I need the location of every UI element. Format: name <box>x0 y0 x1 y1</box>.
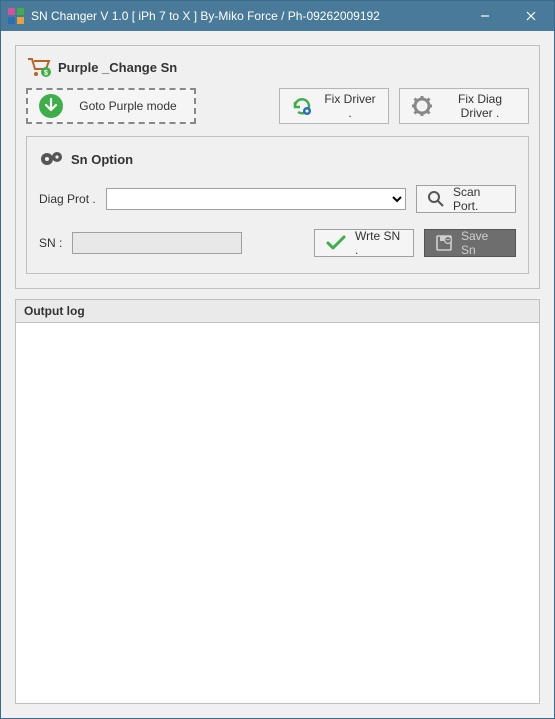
app-icon <box>7 7 25 25</box>
write-sn-button[interactable]: Wrte SN . <box>314 229 414 257</box>
output-log-panel: Output log <box>15 299 540 704</box>
check-icon <box>325 234 347 252</box>
sn-row: SN : Wrte SN . <box>39 229 516 257</box>
output-log-header: Output log <box>16 300 539 323</box>
window-title: SN Changer V 1.0 [ iPh 7 to X ] By-Miko … <box>31 9 462 23</box>
client-area: $ Purple _Change Sn Goto Purple mode <box>1 31 554 718</box>
fix-diag-driver-label: Fix Diag Driver . <box>442 92 518 120</box>
sn-option-group: Sn Option Diag Prot . Scan Port. <box>26 136 529 274</box>
scan-port-label: Scan Port. <box>453 185 505 213</box>
diag-port-row: Diag Prot . Scan Port. <box>39 185 516 213</box>
main-panel-title: Purple _Change Sn <box>58 60 177 75</box>
close-button[interactable] <box>508 1 554 31</box>
minimize-button[interactable] <box>462 1 508 31</box>
goto-purple-label: Goto Purple mode <box>72 99 184 113</box>
main-panel-header: $ Purple _Change Sn <box>26 56 529 78</box>
fix-driver-button[interactable]: Fix Driver . <box>279 88 389 124</box>
search-icon <box>427 190 445 208</box>
gear-icon <box>410 94 434 118</box>
sn-option-header: Sn Option <box>39 149 516 169</box>
write-sn-label: Wrte SN . <box>355 229 403 257</box>
title-bar: SN Changer V 1.0 [ iPh 7 to X ] By-Miko … <box>1 1 554 31</box>
main-panel: $ Purple _Change Sn Goto Purple mode <box>15 45 540 289</box>
diag-prot-combo[interactable] <box>106 188 406 210</box>
save-icon <box>435 234 453 252</box>
diag-prot-label: Diag Prot . <box>39 192 96 206</box>
sn-input[interactable] <box>72 232 242 254</box>
svg-text:$: $ <box>44 70 48 77</box>
sn-label: SN : <box>39 236 62 250</box>
fix-diag-driver-button[interactable]: Fix Diag Driver . <box>399 88 529 124</box>
save-sn-button[interactable]: Save Sn <box>424 229 516 257</box>
gears-icon <box>39 149 65 169</box>
save-sn-label: Save Sn <box>461 229 505 257</box>
goto-purple-button[interactable]: Goto Purple mode <box>26 88 196 124</box>
sn-option-title: Sn Option <box>71 152 133 167</box>
output-log-body[interactable] <box>16 323 539 703</box>
action-button-row: Goto Purple mode Fix Driver . <box>26 88 529 124</box>
cart-icon: $ <box>26 56 52 78</box>
app-window: SN Changer V 1.0 [ iPh 7 to X ] By-Miko … <box>0 0 555 719</box>
download-circle-icon <box>38 93 64 119</box>
fix-driver-label: Fix Driver . <box>322 92 378 120</box>
refresh-gear-icon <box>290 94 314 118</box>
scan-port-button[interactable]: Scan Port. <box>416 185 516 213</box>
